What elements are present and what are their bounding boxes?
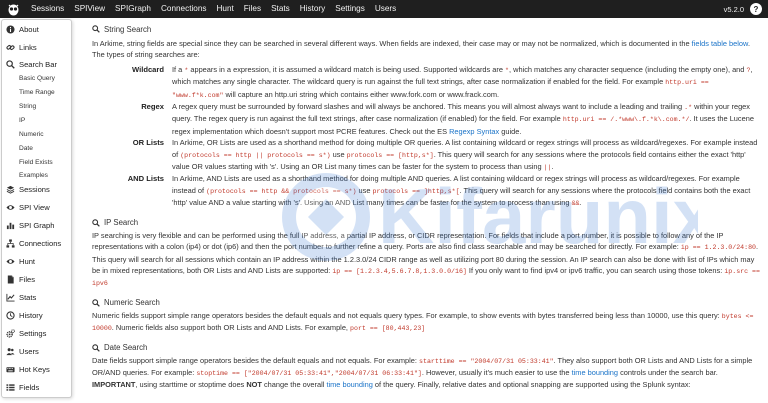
string-search-heading: String Search xyxy=(92,22,762,36)
sidebar-item-label: About xyxy=(19,24,39,34)
date-search-text: Date fields support simple range operato… xyxy=(92,355,753,390)
sidebar-item-about[interactable]: About xyxy=(6,22,39,36)
numeric-search-text: Numeric fields support simple range oper… xyxy=(92,310,754,333)
time-bounding-link[interactable]: time bounding xyxy=(572,368,618,377)
nav-spiview[interactable]: SPIView xyxy=(69,0,110,18)
string-search-intro: In Arkime, string fields are special sin… xyxy=(92,39,750,60)
version-label: v5.2.0 xyxy=(723,4,744,14)
help-button[interactable]: ? xyxy=(750,3,762,15)
nav-users[interactable]: Users xyxy=(370,0,401,18)
help-content: String Search In Arkime, string fields a… xyxy=(92,22,762,403)
term-description: In Arkime, OR Lists are used as a shorth… xyxy=(172,138,758,172)
sidebar-item-connections[interactable]: Connections xyxy=(6,236,61,250)
top-navbar: Sessions SPIView SPIGraph Connections Hu… xyxy=(0,0,768,18)
nav-files[interactable]: Files xyxy=(239,0,266,18)
string-search-types: Wildcard If a * appears in a expression,… xyxy=(92,64,762,210)
sidebar-item-label: SPI View xyxy=(19,202,50,212)
link-icon xyxy=(6,44,15,50)
sidebar-item-label: Users xyxy=(19,346,39,356)
sidebar-sub-time-range[interactable]: Time Range xyxy=(19,86,55,98)
sidebar-item-label: Fields xyxy=(19,382,40,392)
sidebar-item-hot-keys[interactable]: Hot Keys xyxy=(6,362,50,376)
search-icon xyxy=(92,218,100,227)
sidebar-item-history[interactable]: History xyxy=(6,308,43,322)
sidebar-sub-basic-query[interactable]: Basic Query xyxy=(19,72,55,84)
term-description: In Arkime, AND Lists are used as a short… xyxy=(172,174,751,208)
sessions-icon xyxy=(6,185,15,194)
history-icon xyxy=(6,310,15,320)
sidebar-item-hunt[interactable]: Hunt xyxy=(6,254,35,268)
sidebar-item-label: Sessions xyxy=(19,184,50,194)
sidebar-item-label: Links xyxy=(19,42,37,52)
sidebar-item-fields[interactable]: Fields xyxy=(6,380,39,394)
bar-chart-icon xyxy=(6,222,15,229)
sidebar-sub-string[interactable]: String xyxy=(19,100,36,112)
sidebar-item-label: Search Bar xyxy=(19,59,57,69)
sidebar-item-label: SPI Graph xyxy=(19,220,55,230)
term-wildcard: Wildcard If a * appears in a expression,… xyxy=(92,64,762,101)
list-icon xyxy=(6,383,15,391)
term-description: If a * appears in a expression, it is as… xyxy=(172,64,753,99)
sidebar-sub-numeric[interactable]: Numeric xyxy=(19,128,44,140)
sidebar-item-sessions[interactable]: Sessions xyxy=(6,182,50,196)
sidebar-item-label: Files xyxy=(19,274,36,284)
term-description: A regex query must be surrounded by forw… xyxy=(172,102,754,136)
ip-search-text: IP searching is very flexible and can be… xyxy=(92,230,760,288)
sidebar-item-users[interactable]: Users xyxy=(6,344,39,358)
users-icon xyxy=(6,347,15,355)
ip-search-heading: IP Search xyxy=(92,216,762,230)
search-icon xyxy=(92,298,100,307)
sidebar-item-label: History xyxy=(19,310,43,320)
sidebar-item-settings[interactable]: Settings xyxy=(6,326,46,340)
term-label: OR Lists xyxy=(132,138,164,148)
sidebar-sub-ip[interactable]: IP xyxy=(19,114,25,126)
search-icon xyxy=(92,343,100,352)
sidebar-item-label: Settings xyxy=(19,328,47,338)
term-label: AND Lists xyxy=(127,174,164,184)
gears-icon xyxy=(6,328,15,338)
sidebar-sub-field-exists[interactable]: Field Exists xyxy=(19,156,53,168)
fields-table-link[interactable]: fields table below xyxy=(692,39,748,48)
term-or-lists: OR Lists In Arkime, OR Lists are used as… xyxy=(92,137,762,173)
keyboard-icon xyxy=(6,366,15,372)
sidebar-item-label: Connections xyxy=(19,238,62,248)
term-regex: Regex A regex query must be surrounded b… xyxy=(92,101,762,137)
search-icon xyxy=(92,25,100,33)
arkime-owl-logo-icon[interactable] xyxy=(6,2,20,16)
regexp-syntax-link[interactable]: Regexp Syntax xyxy=(449,127,499,136)
sidebar-item-search-bar[interactable]: Search Bar xyxy=(6,57,57,71)
nav-history[interactable]: History xyxy=(295,0,330,18)
numeric-search-heading: Numeric Search xyxy=(92,296,762,310)
sidebar-sub-examples[interactable]: Examples xyxy=(19,169,48,181)
sidebar-sub-date[interactable]: Date xyxy=(19,142,33,154)
term-and-lists: AND Lists In Arkime, AND Lists are used … xyxy=(92,173,762,209)
file-icon xyxy=(7,274,14,284)
sitemap-icon xyxy=(6,238,15,248)
sidebar-item-label: Stats xyxy=(19,292,37,302)
term-label: Regex xyxy=(141,102,164,112)
nav-stats[interactable]: Stats xyxy=(266,0,295,18)
search-icon xyxy=(6,59,15,69)
sidebar-item-label: Hunt xyxy=(19,256,36,266)
sidebar-item-spi-graph[interactable]: SPI Graph xyxy=(6,218,54,232)
sidebar-item-links[interactable]: Links xyxy=(6,40,37,54)
sidebar-item-label: Hot Keys xyxy=(19,364,50,374)
info-icon xyxy=(6,24,15,34)
term-label: Wildcard xyxy=(132,64,164,74)
eye-icon xyxy=(6,258,15,264)
help-sidebar: About Links Search Bar Basic Query Time … xyxy=(1,19,72,398)
line-chart-icon xyxy=(6,293,15,302)
nav-hunt[interactable]: Hunt xyxy=(212,0,239,18)
sidebar-item-stats[interactable]: Stats xyxy=(6,290,36,304)
nav-sessions[interactable]: Sessions xyxy=(26,0,69,18)
time-bounding-link[interactable]: time bounding xyxy=(326,380,372,389)
date-search-heading: Date Search xyxy=(92,341,762,355)
eye-icon xyxy=(6,204,15,210)
nav-spigraph[interactable]: SPIGraph xyxy=(110,0,156,18)
nav-connections[interactable]: Connections xyxy=(156,0,212,18)
nav-settings[interactable]: Settings xyxy=(330,0,370,18)
sidebar-item-spi-view[interactable]: SPI View xyxy=(6,200,50,214)
sidebar-item-files[interactable]: Files xyxy=(6,272,35,286)
